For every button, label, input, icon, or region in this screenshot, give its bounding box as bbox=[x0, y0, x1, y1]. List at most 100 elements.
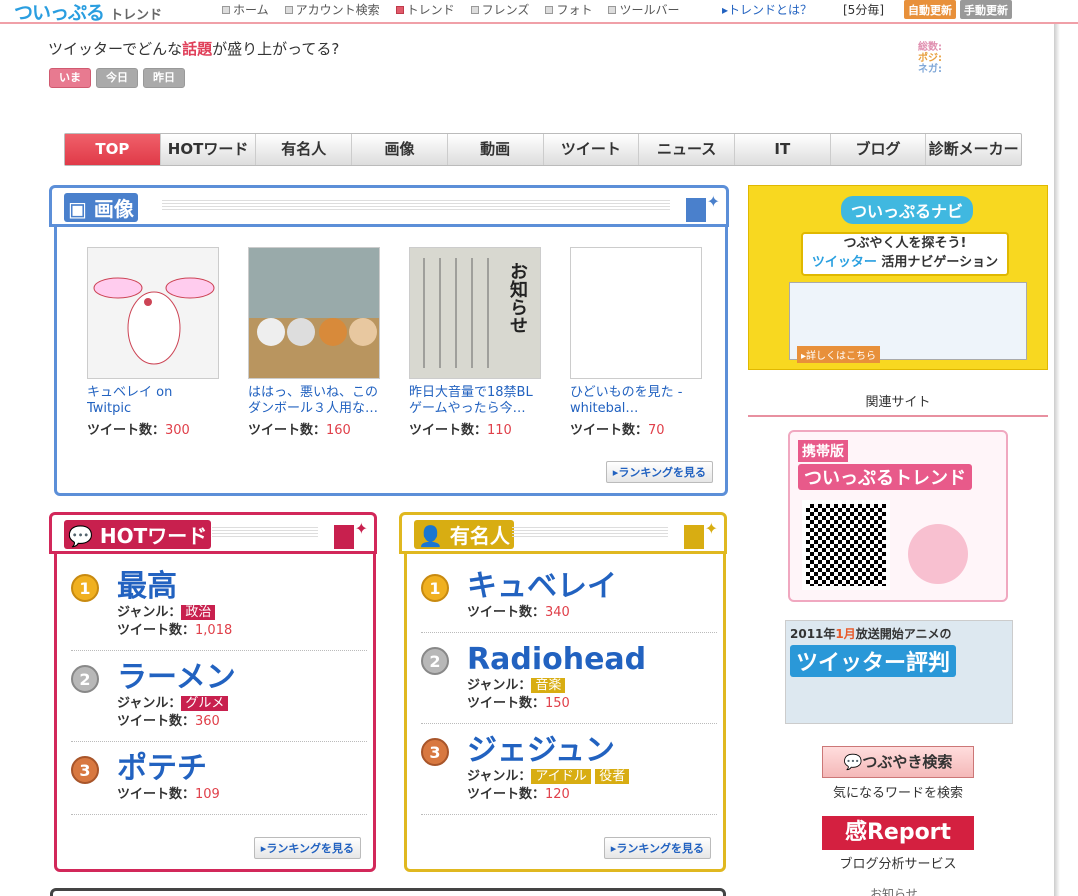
topnav-friends[interactable]: フレンズ bbox=[470, 1, 529, 18]
image-card[interactable]: キュベレイ on Twitpic ツイート数：300 bbox=[87, 247, 219, 438]
genre-tag[interactable]: 政治 bbox=[181, 605, 216, 620]
legend-negative: ネガ: bbox=[918, 64, 942, 75]
celebrity-item[interactable]: 1 キュベレイ ツイート数：340 bbox=[421, 570, 717, 633]
hotword-word[interactable]: ラーメン bbox=[117, 661, 367, 695]
celebrity-item[interactable]: 3 ジェジュン ジャンル： アイドル 役者 ツイート数：120 bbox=[421, 734, 717, 815]
topnav-home[interactable]: ホーム bbox=[222, 1, 269, 18]
anime-review-banner[interactable]: 2011年1月放送開始アニメの ツイッター評判 bbox=[785, 620, 1013, 724]
image-card-count: ツイート数：70 bbox=[570, 423, 665, 438]
navi-more-link[interactable]: ▸詳しくはこちら bbox=[797, 346, 881, 363]
page-question: ツイッターでどんな話題が盛り上がってる? bbox=[48, 40, 340, 58]
auto-update-button[interactable]: 自動更新 bbox=[904, 0, 956, 19]
sentiment-legend: 総数: ポジ: ネガ: bbox=[918, 42, 942, 75]
sparkle-icon: ✦ bbox=[354, 519, 368, 538]
tab-video[interactable]: 動画 bbox=[448, 134, 544, 165]
topnav-account-search[interactable]: アカウント検索 bbox=[284, 1, 380, 18]
celebrity-name[interactable]: ジェジュン bbox=[467, 734, 717, 768]
tab-celebrity[interactable]: 有名人 bbox=[256, 134, 353, 165]
time-yesterday-button[interactable]: 昨日 bbox=[143, 68, 185, 88]
tab-news[interactable]: ニュース bbox=[639, 134, 735, 165]
navi-tagline: つぶやく人を探そう! ツイッター 活用ナビゲーション bbox=[801, 232, 1009, 276]
tweet-search-button[interactable]: 💬つぶやき検索 bbox=[822, 746, 974, 778]
genre-tag[interactable]: アイドル bbox=[531, 769, 591, 784]
image-thumbnail[interactable]: お知らせ bbox=[409, 247, 541, 379]
celebrity-panel: 👤 有名人 ✦ 1 キュベレイ ツイート数：340 2 Radiohead ジャ… bbox=[399, 512, 727, 872]
image-panel-header: ▣ 画像 ✦ bbox=[49, 185, 729, 227]
image-card-title[interactable]: ははっ、悪いね、このダンボール３人用な… bbox=[248, 385, 380, 419]
image-card-count: ツイート数：160 bbox=[248, 423, 351, 438]
hotword-count: ツイート数：1,018 bbox=[117, 623, 233, 638]
manual-update-button[interactable]: 手動更新 bbox=[960, 0, 1012, 19]
image-card[interactable]: ははっ、悪いね、このダンボール３人用な… ツイート数：160 bbox=[248, 247, 380, 438]
tab-image[interactable]: 画像 bbox=[352, 134, 448, 165]
image-thumbnail[interactable] bbox=[87, 247, 219, 379]
related-sites-heading: 関連サイト bbox=[748, 391, 1048, 417]
tab-blog[interactable]: ブログ bbox=[831, 134, 927, 165]
header-stripe bbox=[212, 527, 318, 539]
image-card[interactable]: ひどいものを見た - whitebal… ツイート数：70 bbox=[570, 247, 702, 438]
genre-tag[interactable]: 音楽 bbox=[531, 678, 566, 693]
hotword-word[interactable]: 最高 bbox=[117, 570, 367, 604]
legend-total: 総数: bbox=[918, 42, 942, 53]
time-filter: いま 今日 昨日 bbox=[49, 68, 185, 88]
bullet-icon bbox=[222, 6, 230, 14]
image-card-title[interactable]: 昨日大音量で18禁BLゲームやったら今… bbox=[409, 385, 541, 419]
image-panel: ▣ 画像 ✦ キュベレイ on Twitpic ツイート数：300 ははっ、悪い… bbox=[49, 185, 729, 496]
celebrity-item[interactable]: 2 Radiohead ジャンル： 音楽 ツイート数：150 bbox=[421, 643, 717, 724]
celebrity-genre: ジャンル： アイドル 役者 bbox=[467, 768, 717, 786]
hotword-word[interactable]: ポテチ bbox=[117, 752, 367, 786]
navi-title: ついっぷるナビ bbox=[841, 196, 974, 224]
tab-hotword[interactable]: HOTワード bbox=[161, 134, 257, 165]
rank-medal-icon: 3 bbox=[421, 738, 449, 766]
page-shadow bbox=[1054, 24, 1060, 896]
celebrity-panel-header: 👤 有名人 ✦ bbox=[399, 512, 727, 554]
hotword-item[interactable]: 1 最高 ジャンル： 政治 ツイート数：1,018 bbox=[71, 570, 367, 651]
genre-tag[interactable]: グルメ bbox=[181, 696, 229, 711]
topnav-toolbar[interactable]: ツールバー bbox=[608, 1, 679, 18]
celebrity-count: ツイート数：120 bbox=[467, 787, 570, 802]
image-card-title[interactable]: ひどいものを見た - whitebal… bbox=[570, 385, 702, 419]
notice-heading: お知らせ bbox=[870, 887, 918, 896]
tab-it[interactable]: IT bbox=[735, 134, 831, 165]
tab-tweet[interactable]: ツイート bbox=[544, 134, 640, 165]
kan-report-button[interactable]: 感Report bbox=[822, 816, 974, 850]
celebrity-panel-title: 👤 有名人 bbox=[414, 520, 514, 549]
hotword-list: 1 最高 ジャンル： 政治 ツイート数：1,018 2 ラーメン ジャンル： グルメ… bbox=[71, 570, 367, 825]
rank-medal-icon: 2 bbox=[421, 647, 449, 675]
twipple-navi-banner[interactable]: ついっぷるナビ つぶやく人を探そう! ツイッター 活用ナビゲーション ▸詳しくは… bbox=[748, 185, 1048, 370]
time-today-button[interactable]: 今日 bbox=[96, 68, 138, 88]
image-thumbnail[interactable] bbox=[570, 247, 702, 379]
top-nav: ホーム アカウント検索 トレンド フレンズ フォト ツールバー bbox=[222, 1, 679, 18]
topnav-trend[interactable]: トレンド bbox=[395, 1, 455, 18]
topnav-photo[interactable]: フォト bbox=[545, 1, 592, 18]
image-thumbnail[interactable] bbox=[248, 247, 380, 379]
header-stripe bbox=[512, 527, 668, 539]
navi-line1: つぶやく人を探そう! bbox=[843, 236, 967, 251]
what-is-trend-link[interactable]: ▸トレンドとは？ bbox=[722, 1, 812, 18]
image-card-title[interactable]: キュベレイ on Twitpic bbox=[87, 385, 219, 419]
celebrity-name[interactable]: キュベレイ bbox=[467, 570, 717, 604]
hotword-panel: 💬 HOTワード ✦ 1 最高 ジャンル： 政治 ツイート数：1,018 2 ラー… bbox=[49, 512, 377, 872]
hotword-item[interactable]: 3 ポテチ ツイート数：109 bbox=[71, 752, 367, 815]
site-logo[interactable]: ついっぷる トレンド bbox=[14, 0, 162, 25]
image-ranking-link[interactable]: ▸ランキングを見る bbox=[605, 461, 713, 483]
qr-code-icon bbox=[802, 500, 890, 590]
navi-line2: ツイッター 活用ナビゲーション bbox=[811, 255, 999, 270]
hotword-item[interactable]: 2 ラーメン ジャンル： グルメ ツイート数：360 bbox=[71, 661, 367, 742]
tab-shindan[interactable]: 診断メーカー bbox=[926, 134, 1021, 165]
time-now-button[interactable]: いま bbox=[49, 68, 91, 88]
mobile-version-banner[interactable]: 携帯版 ついっぷるトレンド bbox=[788, 430, 1008, 602]
celebrity-list: 1 キュベレイ ツイート数：340 2 Radiohead ジャンル： 音楽 ツイ… bbox=[421, 570, 717, 825]
header-stripe bbox=[162, 200, 670, 212]
hotword-genre: ジャンル： 政治 bbox=[117, 604, 367, 622]
bullet-icon bbox=[545, 6, 554, 14]
anime-banner-line1: 2011年1月放送開始アニメの bbox=[790, 627, 952, 641]
image-card[interactable]: お知らせ 昨日大音量で18禁BLゲームやったら今… ツイート数：110 bbox=[409, 247, 541, 438]
celebrity-name[interactable]: Radiohead bbox=[467, 643, 717, 677]
mobile-tag: 携帯版 bbox=[798, 440, 848, 462]
hotword-ranking-link[interactable]: ▸ランキングを見る bbox=[253, 837, 361, 859]
celebrity-ranking-link[interactable]: ▸ランキングを見る bbox=[603, 837, 711, 859]
bullet-icon bbox=[284, 6, 293, 14]
genre-tag[interactable]: 役者 bbox=[595, 769, 630, 784]
tab-top[interactable]: TOP bbox=[65, 134, 161, 165]
